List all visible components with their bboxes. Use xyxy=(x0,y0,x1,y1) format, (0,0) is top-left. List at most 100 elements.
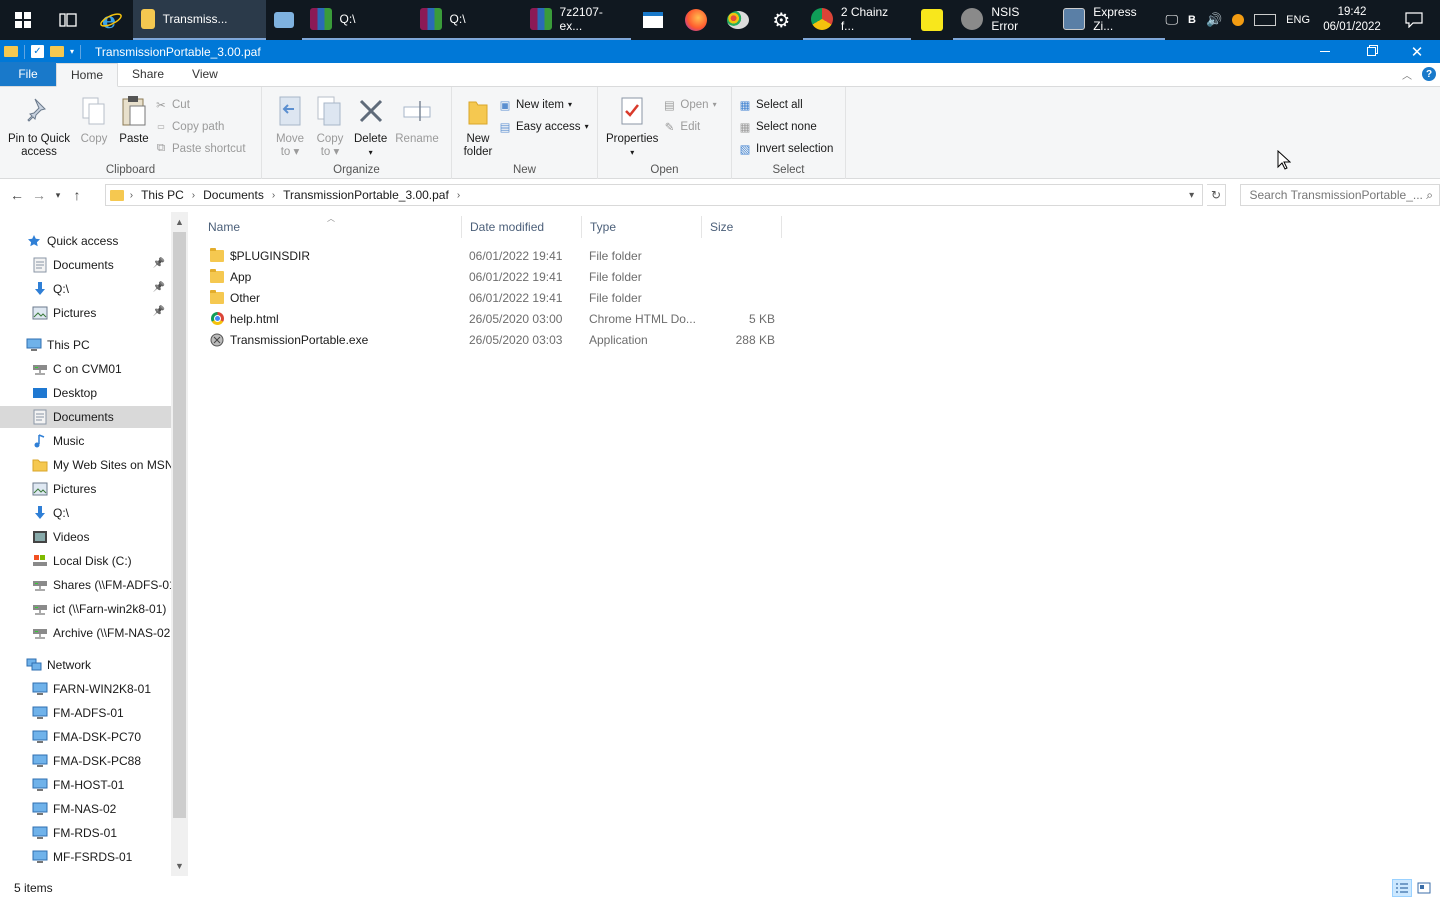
chevron-right-icon[interactable]: › xyxy=(457,190,460,201)
sidebar-item-q[interactable]: Q:\ xyxy=(0,502,171,524)
sidebar-item-fma-dsk-pc88[interactable]: FMA-DSK-PC88 xyxy=(0,750,171,772)
close-button[interactable]: ✕ xyxy=(1394,40,1440,63)
invert-selection-button[interactable]: ▧ Invert selection xyxy=(738,140,834,157)
taskbar-app-chrome[interactable]: 2 Chainz f... xyxy=(802,0,911,40)
file-list[interactable]: Name ︿ Date modified Type Size $PLUGINSD… xyxy=(200,212,1440,876)
keyboard-icon[interactable] xyxy=(1254,14,1277,26)
chevron-right-icon[interactable]: › xyxy=(130,190,133,201)
new-folder-qat-icon[interactable] xyxy=(50,46,64,57)
sidebar-item-pictures[interactable]: Pictures 📌 xyxy=(0,302,171,324)
back-button[interactable]: ← xyxy=(6,184,28,206)
taskbar-app-settings[interactable]: ⚙ xyxy=(760,0,803,40)
sidebar-item-mf-fsrds-01[interactable]: MF-FSRDS-01 xyxy=(0,846,171,868)
navigation-pane[interactable]: Quick access Documents 📌 Q:\ 📌 Pictures 📌 This … xyxy=(0,212,188,876)
refresh-button[interactable]: ↻ xyxy=(1206,184,1227,206)
paste-shortcut-button[interactable]: ⧉ Paste shortcut xyxy=(154,140,246,157)
sidebar-item-documents[interactable]: Documents 📌 xyxy=(0,254,171,276)
navigation-scrollbar[interactable]: ▲ ▼ xyxy=(171,212,188,876)
sidebar-item-fm-host-01[interactable]: FM-HOST-01 xyxy=(0,774,171,796)
chevron-right-icon[interactable]: › xyxy=(272,190,275,201)
clock[interactable]: 19:42 06/01/2022 xyxy=(1320,5,1384,35)
address-dropdown[interactable]: ▾ xyxy=(1182,185,1202,205)
table-row[interactable]: Other 06/01/2022 19:41 File folder xyxy=(200,287,782,308)
volume-icon[interactable]: 🔊 xyxy=(1206,12,1222,28)
minimize-button[interactable] xyxy=(1302,40,1348,63)
forward-button[interactable]: → xyxy=(28,184,50,206)
taskbar-app-express-zip[interactable]: Express Zi... xyxy=(1055,0,1166,40)
taskbar-app-window[interactable] xyxy=(631,0,674,40)
tab-home[interactable]: Home xyxy=(56,63,119,87)
column-header-type[interactable]: Type xyxy=(582,216,702,238)
taskbar-app-nsis-error[interactable]: NSIS Error xyxy=(953,0,1056,40)
search-box[interactable]: Search TransmissionPortable_... ⌕ xyxy=(1240,184,1440,206)
breadcrumb-this-pc[interactable]: This PC xyxy=(141,188,184,202)
open-button[interactable]: ▤ Open ▾ xyxy=(662,96,717,113)
sidebar-item-my-web-sites-on-msn[interactable]: My Web Sites on MSN xyxy=(0,454,171,476)
up-button[interactable]: ↑ xyxy=(66,184,88,206)
tab-view[interactable]: View xyxy=(178,62,232,86)
column-header-size[interactable]: Size xyxy=(702,216,782,238)
new-item-button[interactable]: ▣ New item ▾ xyxy=(498,96,589,113)
tray-b-label[interactable]: B xyxy=(1188,14,1196,26)
table-row[interactable]: $PLUGINSDIR 06/01/2022 19:41 File folder xyxy=(200,245,782,266)
sidebar-item-fm-nas-02[interactable]: FM-NAS-02 xyxy=(0,798,171,820)
sidebar-item-fm-adfs-01[interactable]: FM-ADFS-01 xyxy=(0,702,171,724)
sidebar-item-fm-rds-01[interactable]: FM-RDS-01 xyxy=(0,822,171,844)
sidebar-item-archive-fm-nas-02[interactable]: Archive (\\FM-NAS-02 xyxy=(0,622,171,644)
sidebar-item-q[interactable]: Q:\ 📌 xyxy=(0,278,171,300)
recent-locations-button[interactable]: ▾ xyxy=(50,184,66,206)
sidebar-item-music[interactable]: Music xyxy=(0,430,171,452)
taskbar-app-winrar-2[interactable]: Q:\ xyxy=(411,0,522,40)
sidebar-item-documents[interactable]: Documents xyxy=(0,406,171,428)
table-row[interactable]: TransmissionPortable.exe 26/05/2020 03:03… xyxy=(200,329,782,350)
sidebar-item-quick-access[interactable]: Quick access xyxy=(0,230,171,252)
cut-button[interactable]: ✂ Cut xyxy=(154,96,246,113)
select-none-button[interactable]: ▦ Select none xyxy=(738,118,833,135)
taskbar-app-paint[interactable] xyxy=(717,0,760,40)
scroll-up-icon[interactable]: ▲ xyxy=(171,214,188,230)
collapse-ribbon-icon[interactable]: ︿ xyxy=(1402,67,1412,82)
sidebar-item-fma-dsk-pc70[interactable]: FMA-DSK-PC70 xyxy=(0,726,171,748)
sidebar-item-network[interactable]: Network xyxy=(0,654,171,676)
select-all-button[interactable]: ▦ Select all xyxy=(738,96,833,113)
sidebar-item-farn-win2k8-01[interactable]: FARN-WIN2K8-01 xyxy=(0,678,171,700)
taskbar-app-7zip[interactable]: 7z2107-ex... xyxy=(521,0,632,40)
taskbar-app-winrar-1[interactable]: Q:\ xyxy=(301,0,412,40)
maximize-button[interactable] xyxy=(1348,40,1394,63)
tab-share[interactable]: Share xyxy=(118,62,178,86)
qat-customize-icon[interactable]: ▾ xyxy=(70,47,74,56)
window-title-bar[interactable]: ✓ ▾ TransmissionPortable_3.00.paf ✕ xyxy=(0,40,1440,63)
taskbar-app-spongebob[interactable] xyxy=(911,0,954,40)
edit-button[interactable]: ✎ Edit xyxy=(662,118,716,135)
column-header-name[interactable]: Name ︿ xyxy=(200,214,462,238)
taskbar-app-control-panel[interactable] xyxy=(266,0,302,40)
pin-icon[interactable]: 📌 xyxy=(153,258,165,269)
scroll-down-icon[interactable]: ▼ xyxy=(171,858,188,874)
pin-icon[interactable]: 📌 xyxy=(153,282,165,293)
input-language[interactable]: ENG xyxy=(1286,14,1310,26)
copy-path-button[interactable]: ▭ Copy path xyxy=(154,118,246,135)
scroll-thumb[interactable] xyxy=(173,232,186,818)
sidebar-item-desktop[interactable]: Desktop xyxy=(0,382,171,404)
action-center-button[interactable] xyxy=(1394,0,1434,40)
details-view-button[interactable] xyxy=(1392,879,1412,897)
tab-file[interactable]: File xyxy=(0,62,56,86)
sidebar-item-c-on-cvm01[interactable]: C on CVM01 xyxy=(0,358,171,380)
pin-icon[interactable]: 📌 xyxy=(153,306,165,317)
easy-access-button[interactable]: ▤ Easy access ▾ xyxy=(498,118,589,135)
large-icons-view-button[interactable] xyxy=(1414,879,1434,897)
sidebar-item-videos[interactable]: Videos xyxy=(0,526,171,548)
sidebar-item-pictures[interactable]: Pictures xyxy=(0,478,171,500)
sidebar-item-local-disk-c[interactable]: Local Disk (C:) xyxy=(0,550,171,572)
chevron-right-icon[interactable]: › xyxy=(192,190,195,201)
table-row[interactable]: help.html 26/05/2020 03:00 Chrome HTML Do.… xyxy=(200,308,782,329)
taskbar-app-explorer[interactable]: Transmiss... xyxy=(132,0,266,40)
start-button[interactable] xyxy=(0,0,47,40)
breadcrumb-documents[interactable]: Documents xyxy=(203,188,264,202)
help-icon[interactable]: ? xyxy=(1422,67,1436,81)
taskbar-app-firefox[interactable] xyxy=(674,0,717,40)
table-row[interactable]: App 06/01/2022 19:41 File folder xyxy=(200,266,782,287)
sidebar-item-ict-farn-win2k8-01[interactable]: ict (\\Farn-win2k8-01) xyxy=(0,598,171,620)
sidebar-item-this-pc[interactable]: This PC xyxy=(0,334,171,356)
properties-qat-icon[interactable]: ✓ xyxy=(31,45,44,58)
